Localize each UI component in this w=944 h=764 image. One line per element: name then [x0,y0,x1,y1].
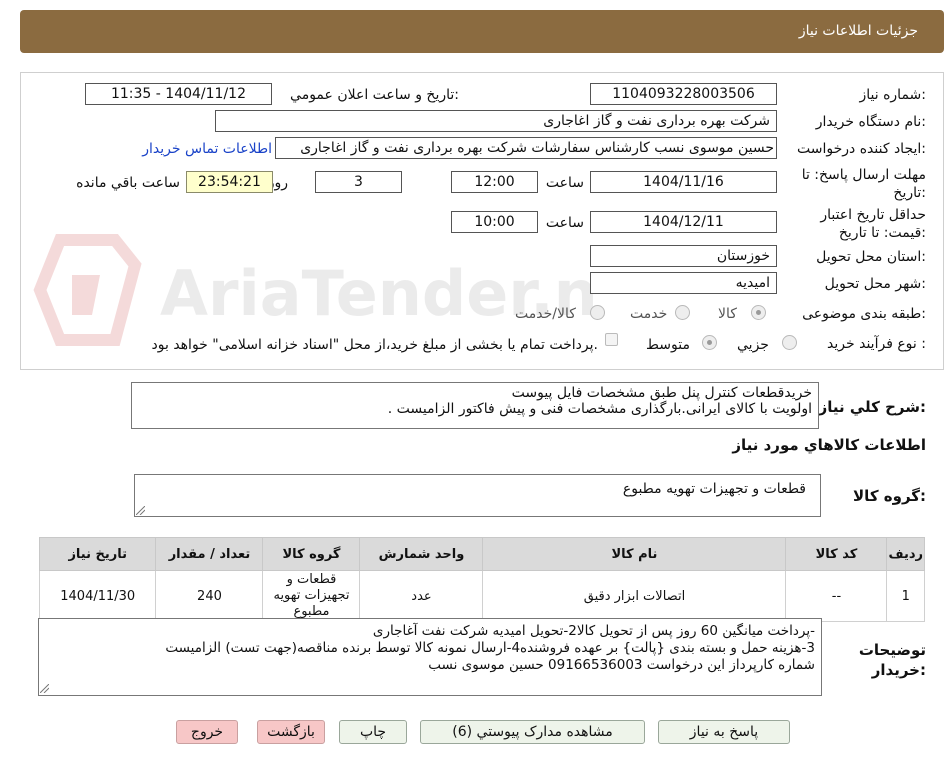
print-button[interactable]: چاپ [339,720,407,744]
col-code: کد کالا [785,537,888,571]
reply-deadline-label: مهلت ارسال پاسخ: تا تاریخ: [801,167,926,201]
goods-group-label: گروه کالا: [853,487,926,505]
city-field: امیدیه [590,272,777,294]
col-name: نام کالا [482,537,787,571]
goods-group-field: قطعات و تجهیزات تهویه مطبوع [134,474,821,517]
reply-date-field: 1404/11/16 [590,171,777,193]
resize-grip-icon[interactable] [40,684,49,693]
buyer-org-field: شرکت بهره برداری نفت و گاز اغاجاری [215,110,777,132]
category-radio-goods[interactable] [751,305,766,320]
reply-time-field: 12:00 [451,171,538,193]
need-number-label: شماره نیاز: [859,87,926,103]
validity-time-field: 10:00 [451,211,538,233]
table-row: 1 -- اتصالات ابزار دقیق عدد قطعات و تجهی… [38,570,925,622]
cell-unit: عدد [359,570,484,622]
category-label: طبقه بندی موضوعی: [802,306,926,322]
col-unit: واحد شمارش [359,537,484,571]
goods-table: ردیف کد کالا نام کالا واحد شمارش گروه کا… [38,537,925,622]
notes-line-1: -پرداخت میانگین 60 روز پس از تحویل کالا2… [372,623,815,639]
cell-code: -- [785,570,888,622]
col-group: گروه کالا [262,537,361,571]
need-number-field: 1104093228003506 [590,83,777,105]
goods-section-title: اطلاعات کالاهاي مورد نیاز [732,436,926,454]
reply-time-label: ساعت [545,175,584,191]
goods-group-value: قطعات و تجهیزات تهویه مطبوع [622,481,806,497]
cell-quantity: 240 [155,570,264,622]
page-title: جزئیات اطلاعات نیاز [798,23,918,39]
back-button[interactable]: بازگشت [257,720,325,744]
exit-button[interactable]: خروج [176,720,238,744]
category-option-goods-service: کالا/خدمت [515,306,576,322]
process-option-minor: جزیي [737,337,769,353]
summary-line-2: اولویت با کالای ایرانی.بارگذاری مشخصات ف… [387,401,812,417]
col-row: ردیف [886,537,925,571]
process-label: نوع فرآیند خرید : [827,336,926,352]
cell-group: قطعات و تجهیزات تهویه مطبوع [262,570,361,622]
announce-datetime-field: 1404/11/12 - 11:35 [85,83,272,105]
category-radio-goods-service[interactable] [590,305,605,320]
resize-grip-icon[interactable] [136,506,145,515]
cell-name: اتصالات ابزار دقیق [482,570,787,622]
buyer-notes-textarea: -پرداخت میانگین 60 روز پس از تحویل کالا2… [38,618,822,696]
cell-need-date: 1404/11/30 [38,570,157,622]
buyer-contact-link[interactable]: اطلاعات تماس خریدار [142,141,272,157]
validity-date-field: 1404/12/11 [590,211,777,233]
treasury-payment-checkbox[interactable] [605,333,618,346]
buyer-notes-label: توضیحات خریدار: [858,641,926,679]
process-radio-minor[interactable] [782,335,797,350]
buyer-org-label: نام دستگاه خریدار: [815,114,926,130]
view-attachments-button[interactable]: مشاهده مدارک پیوستي (6) [420,720,645,744]
process-radio-medium[interactable] [702,335,717,350]
process-option-medium: متوسط [646,337,690,353]
page-header: جزئیات اطلاعات نیاز [20,10,944,53]
summary-label: شرح کلي نیاز: [818,398,926,416]
treasury-payment-note: پرداخت تمام یا بخشی از مبلغ خرید،از محل … [151,337,598,353]
announce-label: تاریخ و ساعت اعلان عمومي: [290,87,459,103]
notes-line-3: شماره کارپرداز این درخواست 09166536003 ح… [428,657,815,673]
summary-textarea: خریدقطعات کنترل پنل طبق مشخصات فایل پیوس… [131,382,819,429]
remaining-label: ساعت باقي مانده [76,175,180,191]
reply-button[interactable]: پاسخ به نیاز [658,720,790,744]
remaining-time-field: 23:54:21 [186,171,273,193]
days-remaining-field: 3 [315,171,402,193]
col-quantity: تعداد / مقدار [155,537,264,571]
cell-row: 1 [886,570,925,622]
requester-label: ایجاد کننده درخواست: [797,141,926,157]
province-label: استان محل تحویل: [816,249,926,265]
price-validity-label: حداقل تاریخ اعتبار قیمت: تا تاریخ: [820,207,926,241]
category-radio-service[interactable] [675,305,690,320]
summary-line-1: خریدقطعات کنترل پنل طبق مشخصات فایل پیوس… [511,385,812,401]
goods-table-header: ردیف کد کالا نام کالا واحد شمارش گروه کا… [38,537,925,571]
col-need-date: تاریخ نیاز [38,537,157,571]
province-field: خوزستان [590,245,777,267]
category-option-service: خدمت [630,306,668,322]
city-label: شهر محل تحویل: [824,276,926,292]
requester-field: حسین موسوی نسب کارشناس سفارشات شرکت بهره… [275,137,777,159]
category-option-goods: کالا [718,306,737,322]
notes-line-2: 3-هزینه حمل و بسته بندی {پالت} بر عهده ف… [165,640,815,656]
validity-time-label: ساعت [545,215,584,231]
